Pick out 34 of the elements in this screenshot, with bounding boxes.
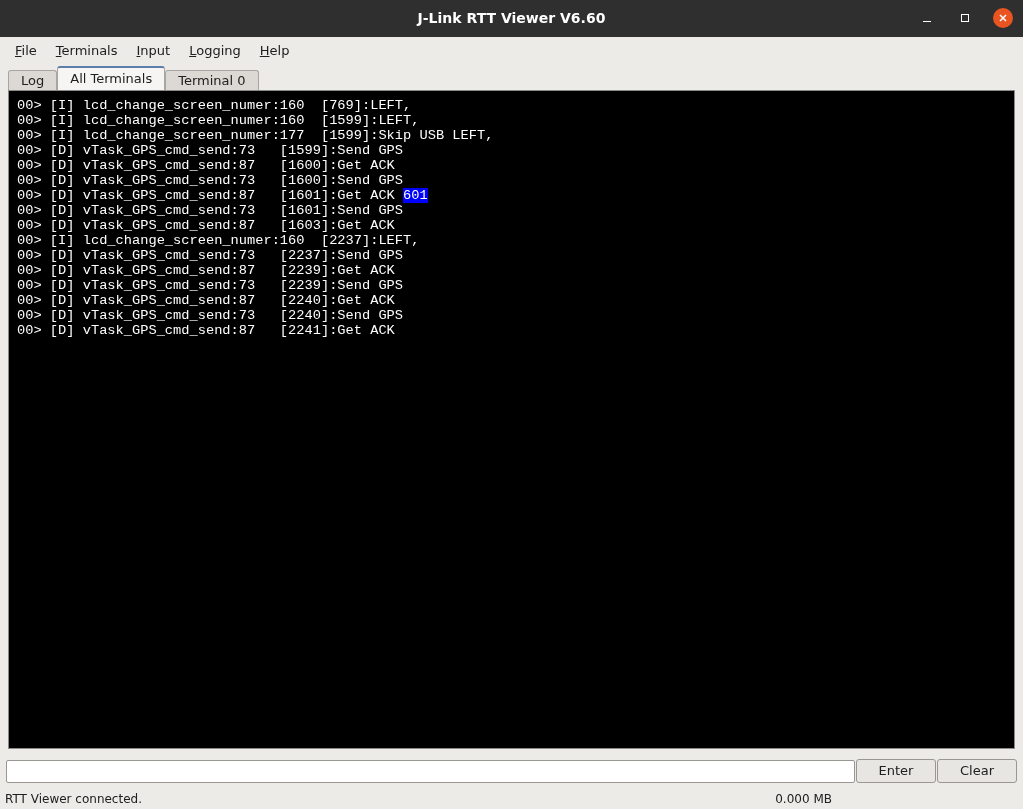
- terminal-line: 00> [D] vTask_GPS_cmd_send:73 [2240]:Send GPS: [17, 308, 404, 323]
- terminal-line: 00> [D] vTask_GPS_cmd_send:73 [1599]:Send GPS: [17, 143, 404, 158]
- terminal-line: 00> [I] lcd_change_screen_numer:160 [769]:LEFT,: [17, 98, 412, 113]
- close-button[interactable]: [993, 8, 1013, 28]
- input-field[interactable]: [6, 759, 855, 783]
- menu-item[interactable]: File: [15, 40, 37, 61]
- tab[interactable]: All Terminals: [57, 66, 166, 90]
- menu-item[interactable]: Input: [136, 40, 171, 61]
- close-icon: [999, 14, 1007, 22]
- maximize-icon: [961, 14, 969, 22]
- menu-item[interactable]: Terminals: [55, 40, 118, 61]
- menu-item[interactable]: Logging: [189, 40, 241, 61]
- minimize-icon: [923, 20, 931, 22]
- terminal-line: 00> [D] vTask_GPS_cmd_send:87 [2240]:Get ACK: [17, 293, 395, 308]
- terminal-line: 00> [D] vTask_GPS_cmd_send:73 [1601]:Send GPS: [17, 203, 404, 218]
- data-size: 0.000 MB: [775, 790, 832, 808]
- terminal-line: 00> [D] vTask_GPS_cmd_send:73 [2239]:Send GPS: [17, 278, 404, 293]
- terminal-line: 00> [I] lcd_change_screen_numer:160 [2237]:LEFT,: [17, 233, 420, 248]
- terminal-line: 00> [D] vTask_GPS_cmd_send:73 [1600]:Send GPS: [17, 173, 404, 188]
- tab[interactable]: Terminal 0: [165, 70, 259, 90]
- window-title: J-Link RTT Viewer V6.60: [417, 9, 606, 28]
- terminal-line: 00> [D] vTask_GPS_cmd_send:73 [2237]:Send GPS: [17, 248, 404, 263]
- terminal-line: 00> [I] lcd_change_screen_numer:160 [1599]:LEFT,: [17, 113, 420, 128]
- terminal-line: 00> [D] vTask_GPS_cmd_send:87 [2239]:Get ACK: [17, 263, 395, 278]
- terminal-line: 00> [D] vTask_GPS_cmd_send:87 [2241]:Get ACK: [17, 323, 395, 338]
- tab[interactable]: Log: [8, 70, 58, 90]
- terminal-line: 00> [D] vTask_GPS_cmd_send:87 [1603]:Get ACK: [17, 218, 395, 233]
- menu-item[interactable]: Help: [259, 40, 290, 61]
- terminal-button[interactable]: Enter: [856, 759, 936, 783]
- terminal-button[interactable]: Clear: [937, 759, 1017, 783]
- terminal-line: 00> [D] vTask_GPS_cmd_send:87 [1600]:Get ACK: [17, 158, 395, 173]
- status-message: RTT Viewer connected.: [5, 790, 142, 808]
- terminal-line: 00> [D] vTask_GPS_cmd_send:87 [1601]:Get ACK 601: [17, 188, 428, 203]
- terminal-line: 00> [I] lcd_change_screen_numer:177 [1599]:Skip USB LEFT,: [17, 128, 494, 143]
